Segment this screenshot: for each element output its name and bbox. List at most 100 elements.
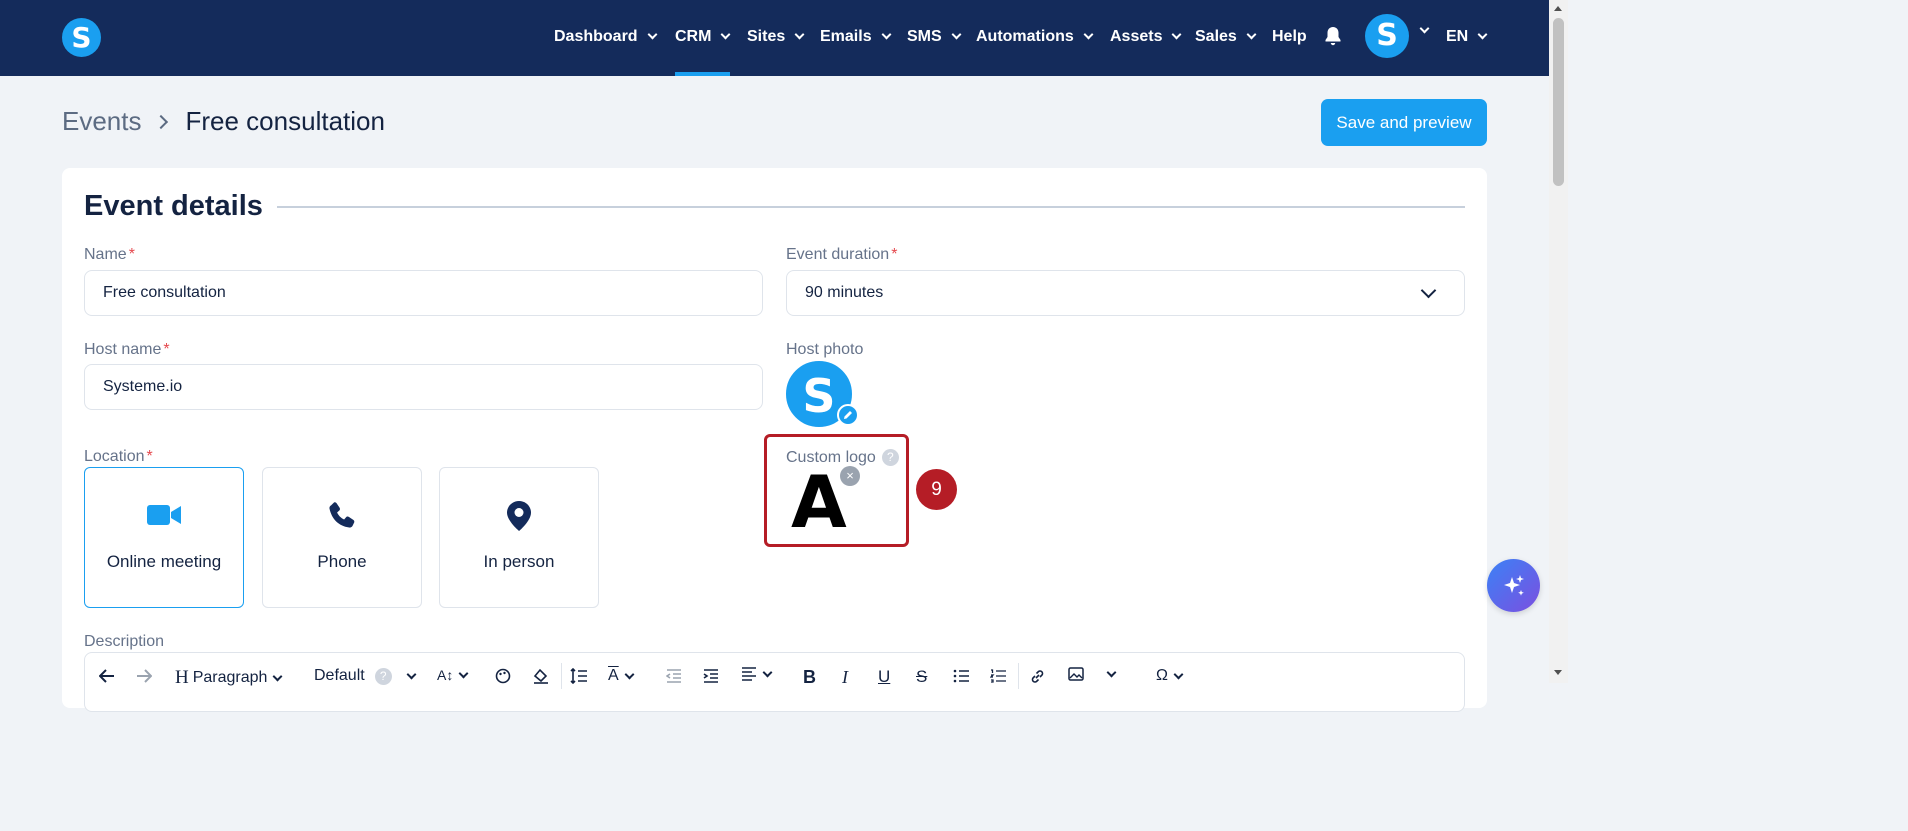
chevron-down-icon [273,671,283,681]
page-title: Free consultation [185,106,385,136]
location-option-in-person[interactable]: In person [439,467,599,608]
nav-item-label: Sites [747,28,786,45]
location-option-online-meeting[interactable]: Online meeting [84,467,244,608]
step-number-badge: 9 [916,469,957,510]
nav-item-label: Sales [1195,28,1237,45]
breadcrumb-events-link[interactable]: Events [62,106,142,137]
close-icon[interactable]: × [840,466,860,486]
location-option-phone[interactable]: Phone [262,467,422,608]
strikethrough-icon[interactable]: S [916,667,927,687]
host-photo-label: Host photo [786,341,864,358]
nav-item-automations[interactable]: Automations [976,26,1094,48]
bullet-list-icon[interactable] [953,669,969,683]
page-scrollbar[interactable] [1549,0,1568,683]
nav-item-emails[interactable]: Emails [820,26,892,48]
pencil-glyph [844,411,852,419]
nav-item-sales[interactable]: Sales [1195,26,1257,48]
chevron-down-icon [881,29,892,40]
chevron-down-icon [458,668,469,678]
font-size-select[interactable]: A↕ [437,667,469,683]
nav-item-crm[interactable]: CRM [675,26,731,48]
chevron-down-icon [1173,669,1184,679]
nav-item-sites[interactable]: Sites [747,26,805,48]
align-left-icon [742,667,756,681]
location-option-label: In person [483,552,555,571]
required-mark: * [128,246,135,263]
font-size-icon: A↕ [437,667,454,683]
language-label: EN [1446,28,1469,45]
required-mark: * [163,341,170,358]
event-details-card: Event details Name* Event duration* 90 m… [62,168,1487,712]
duration-label: Event duration * [786,246,897,264]
text-color-palette-icon[interactable] [495,668,511,684]
insert-image-select[interactable] [1068,667,1117,681]
avatar-chevron-down-icon[interactable] [1419,23,1430,34]
nav-item-label: Emails [820,28,872,45]
language-selector[interactable]: EN [1446,26,1488,48]
line-height-icon[interactable] [570,668,588,684]
chevron-down-icon [951,29,962,40]
host-name-input[interactable] [84,364,763,410]
save-and-preview-button[interactable]: Save and preview [1321,99,1487,146]
nav-item-sms[interactable]: SMS [907,26,962,48]
event-duration-select[interactable]: 90 minutes [786,270,1465,316]
heading-icon: H [175,667,189,688]
chevron-down-icon [624,669,635,679]
chevron-down-icon [762,667,773,677]
chevron-down-icon [1246,29,1257,40]
numbered-list-icon[interactable] [990,669,1006,683]
section-divider [277,206,1465,208]
top-navigation: S Dashboard CRM Sites Emails SMS Automat… [0,0,1549,76]
toolbar-divider [561,663,562,689]
scroll-down-arrow-icon[interactable] [1554,670,1562,675]
underline-icon[interactable]: U [878,667,890,687]
breadcrumb: Events Free consultation [62,106,385,137]
name-input[interactable] [84,270,763,316]
required-mark: * [891,246,898,263]
chevron-down-icon [1420,282,1437,298]
help-icon[interactable]: ? [881,449,899,466]
chevron-down-icon [1083,29,1094,40]
help-icon: ? [374,667,392,685]
toolbar-divider [1018,663,1019,689]
special-characters-select[interactable]: Ω [1156,667,1184,685]
redo-arrow-icon[interactable] [136,669,152,683]
font-family-value: Default [314,667,365,684]
chevron-down-icon [720,29,731,40]
host-name-label-text: Host name [84,341,162,358]
name-label-text: Name [84,246,127,263]
nav-item-assets[interactable]: Assets [1110,26,1182,48]
duration-label-text: Event duration [786,246,890,263]
bell-icon[interactable] [1324,26,1342,46]
undo-arrow-icon[interactable] [99,669,115,683]
paragraph-style-select[interactable]: H Paragraph [175,667,283,689]
nav-item-label: Automations [976,28,1074,45]
nav-item-dashboard[interactable]: Dashboard [554,26,658,48]
location-label: Location * [84,448,153,466]
bold-icon[interactable]: B [803,667,816,688]
nav-item-label: Assets [1110,28,1163,45]
user-avatar[interactable]: S [1365,14,1409,58]
italic-icon[interactable]: I [842,667,848,688]
scroll-thumb[interactable] [1553,18,1564,186]
background-color-icon[interactable] [532,668,550,684]
description-label: Description [84,633,165,650]
outdent-icon[interactable] [666,668,682,684]
chevron-down-icon [647,29,658,40]
custom-logo-image[interactable]: A [791,466,847,538]
nav-item-label: SMS [907,28,942,45]
ai-assistant-button[interactable] [1487,559,1540,612]
indent-icon[interactable] [703,668,719,684]
brand-logo[interactable]: S [62,18,101,57]
nav-item-help[interactable]: Help [1272,26,1307,48]
chevron-down-icon [1477,29,1488,40]
align-select[interactable] [741,667,773,681]
link-icon[interactable] [1029,668,1046,685]
text-format-select[interactable]: A [608,667,635,685]
chevron-down-icon [1172,29,1182,40]
clear-format-icon: A [608,667,619,684]
pencil-icon[interactable] [837,404,859,426]
scroll-up-arrow-icon[interactable] [1554,6,1562,11]
font-family-select[interactable]: Default ? [314,667,417,685]
host-name-label: Host name * [84,341,170,359]
